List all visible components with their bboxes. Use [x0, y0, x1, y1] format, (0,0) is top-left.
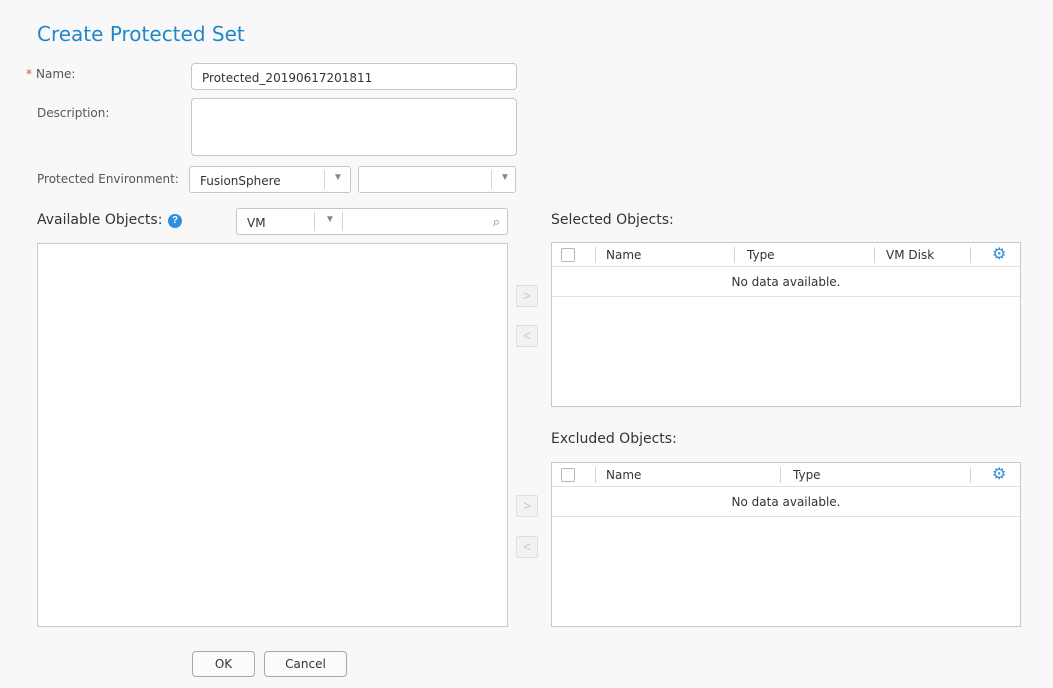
search-divider: [342, 212, 343, 231]
select-all-checkbox[interactable]: [561, 468, 575, 482]
environment-select-value: FusionSphere: [200, 174, 281, 188]
column-header-type[interactable]: Type: [793, 468, 821, 482]
remove-from-selected-button[interactable]: <: [516, 325, 538, 347]
column-divider: [595, 467, 596, 483]
create-protected-set-dialog: Create Protected Set * Name: Protected_20…: [0, 0, 1053, 688]
add-to-selected-button[interactable]: >: [516, 285, 538, 307]
excluded-objects-table: Name Type ⚙ No data available.: [551, 462, 1021, 627]
select-divider: [324, 170, 325, 189]
column-divider: [780, 467, 781, 483]
empty-state: No data available.: [552, 267, 1020, 297]
environment-select[interactable]: FusionSphere ▼: [189, 166, 351, 193]
environment-secondary-select[interactable]: ▼: [358, 166, 516, 193]
excluded-objects-label: Excluded Objects:: [551, 431, 677, 447]
chevron-down-icon: ▼: [333, 172, 343, 183]
page-title: Create Protected Set: [37, 22, 245, 46]
add-to-excluded-button[interactable]: >: [516, 495, 538, 517]
table-header: Name Type VM Disk ⚙: [552, 243, 1020, 267]
description-textarea[interactable]: [191, 98, 517, 156]
column-divider: [970, 247, 971, 263]
column-header-vm-disk[interactable]: VM Disk: [886, 248, 934, 262]
available-objects-label: Available Objects:: [37, 212, 163, 228]
search-icon[interactable]: ⌕: [493, 214, 500, 230]
column-divider: [970, 467, 971, 483]
cancel-button[interactable]: Cancel: [264, 651, 347, 677]
chevron-down-icon[interactable]: ▼: [325, 214, 335, 225]
ok-button[interactable]: OK: [192, 651, 255, 677]
gear-icon[interactable]: ⚙: [992, 465, 1006, 485]
column-divider: [595, 247, 596, 263]
select-divider: [314, 212, 315, 231]
available-objects-tree[interactable]: [37, 243, 508, 627]
column-header-name[interactable]: Name: [606, 248, 641, 262]
column-divider: [874, 247, 875, 263]
description-label: Description:: [37, 106, 110, 120]
name-input-value: Protected_20190617201811: [202, 71, 373, 85]
column-divider: [734, 247, 735, 263]
table-header: Name Type ⚙: [552, 463, 1020, 487]
column-header-name[interactable]: Name: [606, 468, 641, 482]
name-label-row: * Name:: [26, 67, 75, 81]
object-type-search: VM ▼ ⌕: [236, 208, 508, 235]
selected-objects-label: Selected Objects:: [551, 212, 674, 228]
gear-icon[interactable]: ⚙: [992, 245, 1006, 265]
environment-label: Protected Environment:: [37, 172, 179, 186]
name-input[interactable]: Protected_20190617201811: [191, 63, 517, 90]
empty-state: No data available.: [552, 487, 1020, 517]
selected-objects-table: Name Type VM Disk ⚙ No data available.: [551, 242, 1021, 407]
required-mark: *: [26, 67, 32, 81]
select-divider: [491, 170, 492, 189]
chevron-down-icon: ▼: [500, 172, 510, 183]
column-header-type[interactable]: Type: [747, 248, 775, 262]
name-label: Name:: [36, 67, 76, 81]
remove-from-excluded-button[interactable]: <: [516, 536, 538, 558]
object-type-value[interactable]: VM: [247, 216, 266, 230]
select-all-checkbox[interactable]: [561, 248, 575, 262]
help-icon[interactable]: ?: [168, 214, 182, 228]
